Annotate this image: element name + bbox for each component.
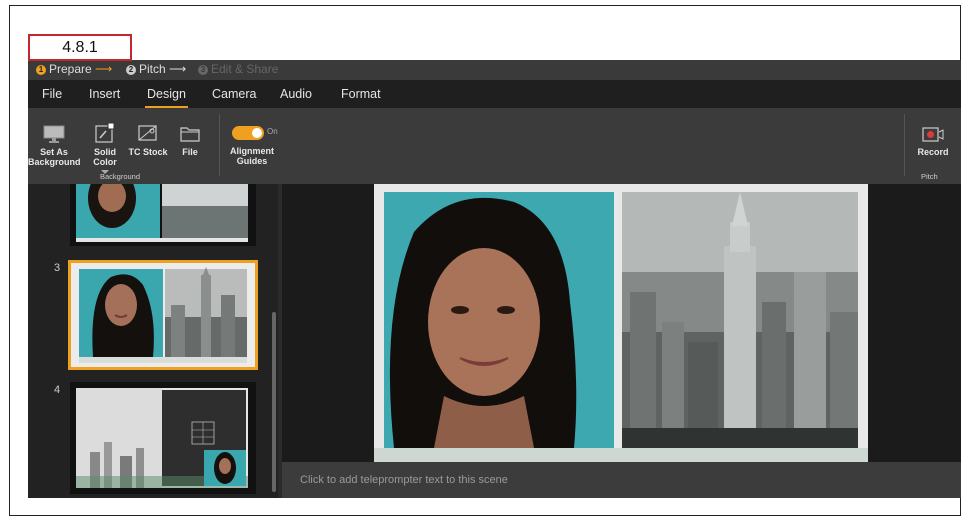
- button-label: Set As: [40, 147, 68, 157]
- slide-preview-image: [76, 184, 248, 242]
- toggle-knob: [252, 128, 262, 138]
- ribbon: Set As Background Solid Color TC Stock F…: [28, 108, 961, 184]
- button-label: Record: [917, 147, 949, 157]
- pitch-group-label: Pitch: [921, 172, 938, 181]
- pencil-swatch-icon: [95, 122, 115, 143]
- arrow-right-icon: ⟶: [169, 62, 187, 76]
- city-skyline-photo[interactable]: [622, 192, 858, 448]
- tc-stock-button[interactable]: TC Stock: [128, 122, 168, 157]
- menu-format[interactable]: Format: [341, 87, 381, 101]
- workflow-bar: 1 Prepare ⟶ 2 Pitch ⟶ 3 Edit & Share: [28, 60, 961, 80]
- teleprompter-input[interactable]: Click to add teleprompter text to this s…: [282, 462, 961, 498]
- folder-icon: [180, 127, 200, 142]
- menu-camera[interactable]: Camera: [212, 87, 256, 101]
- menu-insert[interactable]: Insert: [89, 87, 120, 101]
- set-as-background-button[interactable]: Set As Background: [28, 124, 81, 167]
- sidebar-scrollbar[interactable]: [272, 312, 276, 492]
- slide-thumbnail-selected[interactable]: [68, 260, 258, 370]
- slide-thumbnail[interactable]: [70, 382, 256, 494]
- record-camera-icon: [922, 127, 944, 142]
- step-number: 3: [198, 65, 208, 75]
- step-pitch[interactable]: 2 Pitch ⟶: [126, 62, 186, 76]
- step-edit-share[interactable]: 3 Edit & Share: [198, 62, 278, 76]
- step-prepare[interactable]: 1 Prepare ⟶: [36, 62, 112, 76]
- ribbon-separator: [219, 114, 220, 176]
- button-label: Alignment: [230, 146, 274, 156]
- step-label: Prepare: [49, 62, 92, 76]
- button-label: Background: [28, 157, 81, 167]
- solid-color-button[interactable]: Solid Color: [82, 122, 128, 174]
- toggle-switch[interactable]: [232, 126, 264, 140]
- alignment-guides-toggle[interactable]: On Alignment Guides: [224, 125, 280, 166]
- monitor-icon: [43, 125, 65, 143]
- portrait-photo[interactable]: [384, 192, 614, 448]
- step-number: 1: [36, 65, 46, 75]
- ribbon-separator: [904, 114, 905, 176]
- slide-bottom-strip: [374, 448, 868, 462]
- step-number: 2: [126, 65, 136, 75]
- slide-preview-image: [71, 263, 255, 367]
- slide-preview-image: [76, 388, 248, 488]
- stock-media-icon: [138, 125, 157, 141]
- arrow-right-icon: ⟶: [95, 62, 113, 76]
- scene-sidebar: 3 4: [28, 184, 278, 498]
- record-button[interactable]: Record: [914, 126, 952, 157]
- toggle-state-label: On: [267, 127, 278, 136]
- slide-number: 3: [54, 262, 61, 274]
- current-slide[interactable]: [374, 184, 868, 462]
- step-label: Pitch: [139, 62, 166, 76]
- menu-audio[interactable]: Audio: [280, 87, 312, 101]
- slide-number: 4: [54, 384, 61, 396]
- button-label: TC Stock: [128, 147, 168, 157]
- background-group-label: Background: [100, 172, 141, 181]
- figure-label: 4.8.1: [28, 34, 132, 61]
- menu-file[interactable]: File: [42, 87, 62, 101]
- app-window: 1 Prepare ⟶ 2 Pitch ⟶ 3 Edit & Share File I…: [28, 60, 961, 498]
- slide-thumbnail[interactable]: [70, 184, 256, 246]
- button-label: Solid Color: [93, 147, 117, 167]
- button-label: File: [182, 147, 198, 157]
- button-label: Guides: [236, 156, 268, 166]
- scene-canvas[interactable]: [282, 184, 961, 462]
- file-button[interactable]: File: [174, 122, 206, 157]
- step-label: Edit & Share: [211, 62, 279, 76]
- menu-design[interactable]: Design: [145, 87, 188, 108]
- menu-bar: File Insert Design Camera Audio Format: [28, 80, 961, 108]
